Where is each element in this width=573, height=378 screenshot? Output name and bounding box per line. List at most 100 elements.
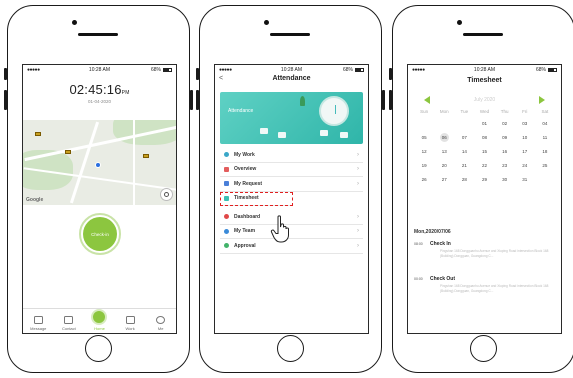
calendar-empty-cell [414, 119, 434, 128]
calendar-day[interactable]: 15 [474, 147, 494, 156]
menu-item-label: Approval [234, 242, 256, 249]
next-month-arrow-icon[interactable] [539, 96, 545, 104]
calendar-day[interactable]: 17 [515, 147, 535, 156]
record-address: Pingshan 168 Dongguanhu Avenue and Xiupi… [440, 249, 549, 258]
calendar-day[interactable]: 14 [454, 147, 474, 156]
calendar-day[interactable]: 24 [515, 161, 535, 170]
calendar-day[interactable]: 13 [434, 147, 454, 156]
chevron-right-icon: › [357, 180, 359, 187]
timesheet-icon [224, 195, 229, 201]
calendar-day[interactable]: 11 [535, 133, 555, 142]
tab-label: Home [94, 326, 105, 331]
calendar-day[interactable]: 08 [474, 133, 494, 142]
record-check-out: 00:00 Check Out Pingshan 168 Dongguanhu A… [414, 276, 555, 293]
dashboard-icon [224, 214, 229, 220]
record-address: Pingshan 168 Dongguanhu Avenue and Xiupi… [440, 284, 549, 293]
chevron-right-icon: › [357, 166, 359, 173]
tab-message[interactable]: Message [24, 316, 52, 331]
calendar-day[interactable]: 10 [515, 133, 535, 142]
menu-item-label: Timesheet [234, 195, 259, 202]
calendar-day[interactable]: 27 [434, 175, 454, 184]
calendar-day[interactable]: 12 [414, 147, 434, 156]
chevron-right-icon: › [357, 242, 359, 249]
calendar-day[interactable]: 09 [495, 133, 515, 142]
volume-up-button [4, 90, 7, 110]
record-check-in: 08:00 Check In Pingshan 168 Dongguanhu Av… [414, 241, 555, 258]
menu-item-overview[interactable]: Overview › [220, 163, 363, 177]
calendar-day[interactable]: 16 [495, 147, 515, 156]
checkin-button[interactable]: Check-in [83, 217, 117, 251]
tab-me[interactable]: Me [147, 316, 175, 331]
calendar-day[interactable]: 22 [474, 161, 494, 170]
calendar-day[interactable]: 21 [454, 161, 474, 170]
calendar-day[interactable]: 26 [414, 175, 434, 184]
prev-month-arrow-icon[interactable] [424, 96, 430, 104]
approval-icon [224, 243, 229, 249]
location-map[interactable]: Google [23, 120, 176, 205]
my-request-icon [224, 181, 229, 187]
attendance-banner: Attendance [220, 92, 363, 144]
timesheet-screen: ●●●●● 10:28 AM 68% Timesheet July 2020 S… [407, 64, 562, 334]
month-navigator: July 2020 [408, 96, 561, 104]
volume-up-button [196, 90, 199, 110]
tab-work[interactable]: Work [116, 316, 144, 331]
my-team-icon [224, 228, 229, 234]
home-screen: ●●●●● 10:28 AM 68% 02:45:16PM 01-04-2020 [22, 64, 177, 334]
clock-illustration-icon [319, 96, 349, 126]
status-bar: ●●●●● 10:28 AM 68% [215, 65, 368, 74]
calendar-day[interactable]: 20 [434, 161, 454, 170]
calendar-day[interactable]: 28 [454, 175, 474, 184]
calendar-day[interactable]: 18 [535, 147, 555, 156]
battery-indicator: 68% [151, 67, 172, 73]
calendar-day[interactable]: 06 [439, 133, 449, 142]
calendar-day[interactable]: 25 [535, 161, 555, 170]
map-brand: Google [26, 197, 44, 203]
contact-icon [64, 316, 74, 324]
calendar-day[interactable]: 30 [495, 175, 515, 184]
calendar-day[interactable]: 29 [474, 175, 494, 184]
menu-item-label: Dashboard [234, 213, 261, 220]
menu-item-timesheet[interactable]: Timesheet [220, 191, 293, 206]
calendar-day[interactable]: 04 [535, 119, 555, 128]
chevron-right-icon: › [357, 213, 359, 220]
attendance-screen: ●●●●● 10:28 AM 68% < Attendance Attendan… [214, 64, 369, 334]
calendar-empty-cell [434, 119, 454, 128]
record-label: Check In [430, 241, 451, 247]
weekday-header: Sat [541, 109, 549, 114]
checkin-ring: Check-in [79, 213, 121, 255]
tab-contact[interactable]: Contact [55, 316, 83, 331]
calendar-day[interactable]: 31 [515, 175, 535, 184]
menu-item-my-request[interactable]: My Request › [220, 177, 363, 192]
calendar-day[interactable]: 07 [454, 133, 474, 142]
chevron-right-icon: › [357, 228, 359, 235]
back-button[interactable]: < [219, 74, 223, 84]
calendar-day[interactable]: 03 [515, 119, 535, 128]
stage: ●●●●● 10:28 AM 68% 02:45:16PM 01-04-2020 [0, 0, 573, 378]
earpiece-speaker [463, 33, 503, 36]
home-button[interactable] [85, 335, 112, 362]
calendar-day[interactable]: 23 [495, 161, 515, 170]
tab-label: Contact [61, 326, 76, 331]
locate-me-button[interactable] [160, 188, 173, 201]
map-road [133, 120, 135, 205]
mute-switch [389, 68, 392, 80]
mute-switch [196, 68, 199, 80]
record-time: 08:00 [414, 242, 423, 246]
record-time: 00:00 [414, 277, 423, 281]
home-button[interactable] [277, 335, 304, 362]
selected-day-title: Mon,2020/07/06 [414, 229, 451, 235]
calendar-grid: Sun Mon Tue Wed Thu Fri Sat 01 02 03 04 05 06 07 08 09 1… [414, 109, 555, 184]
power-button [190, 90, 193, 110]
tab-home[interactable]: Home [85, 309, 113, 331]
calendar-day[interactable]: 05 [414, 133, 434, 142]
home-button[interactable] [470, 335, 497, 362]
menu-item-my-work[interactable]: My Work › [220, 148, 363, 163]
battery-icon [548, 68, 557, 72]
calendar-day[interactable]: 02 [495, 119, 515, 128]
calendar-day[interactable]: 01 [474, 119, 494, 128]
battery-icon [355, 68, 364, 72]
current-location-pin-icon [95, 162, 101, 168]
overview-icon [224, 166, 229, 172]
calendar-day[interactable]: 19 [414, 161, 434, 170]
calendar-illustration-icon [260, 128, 268, 134]
